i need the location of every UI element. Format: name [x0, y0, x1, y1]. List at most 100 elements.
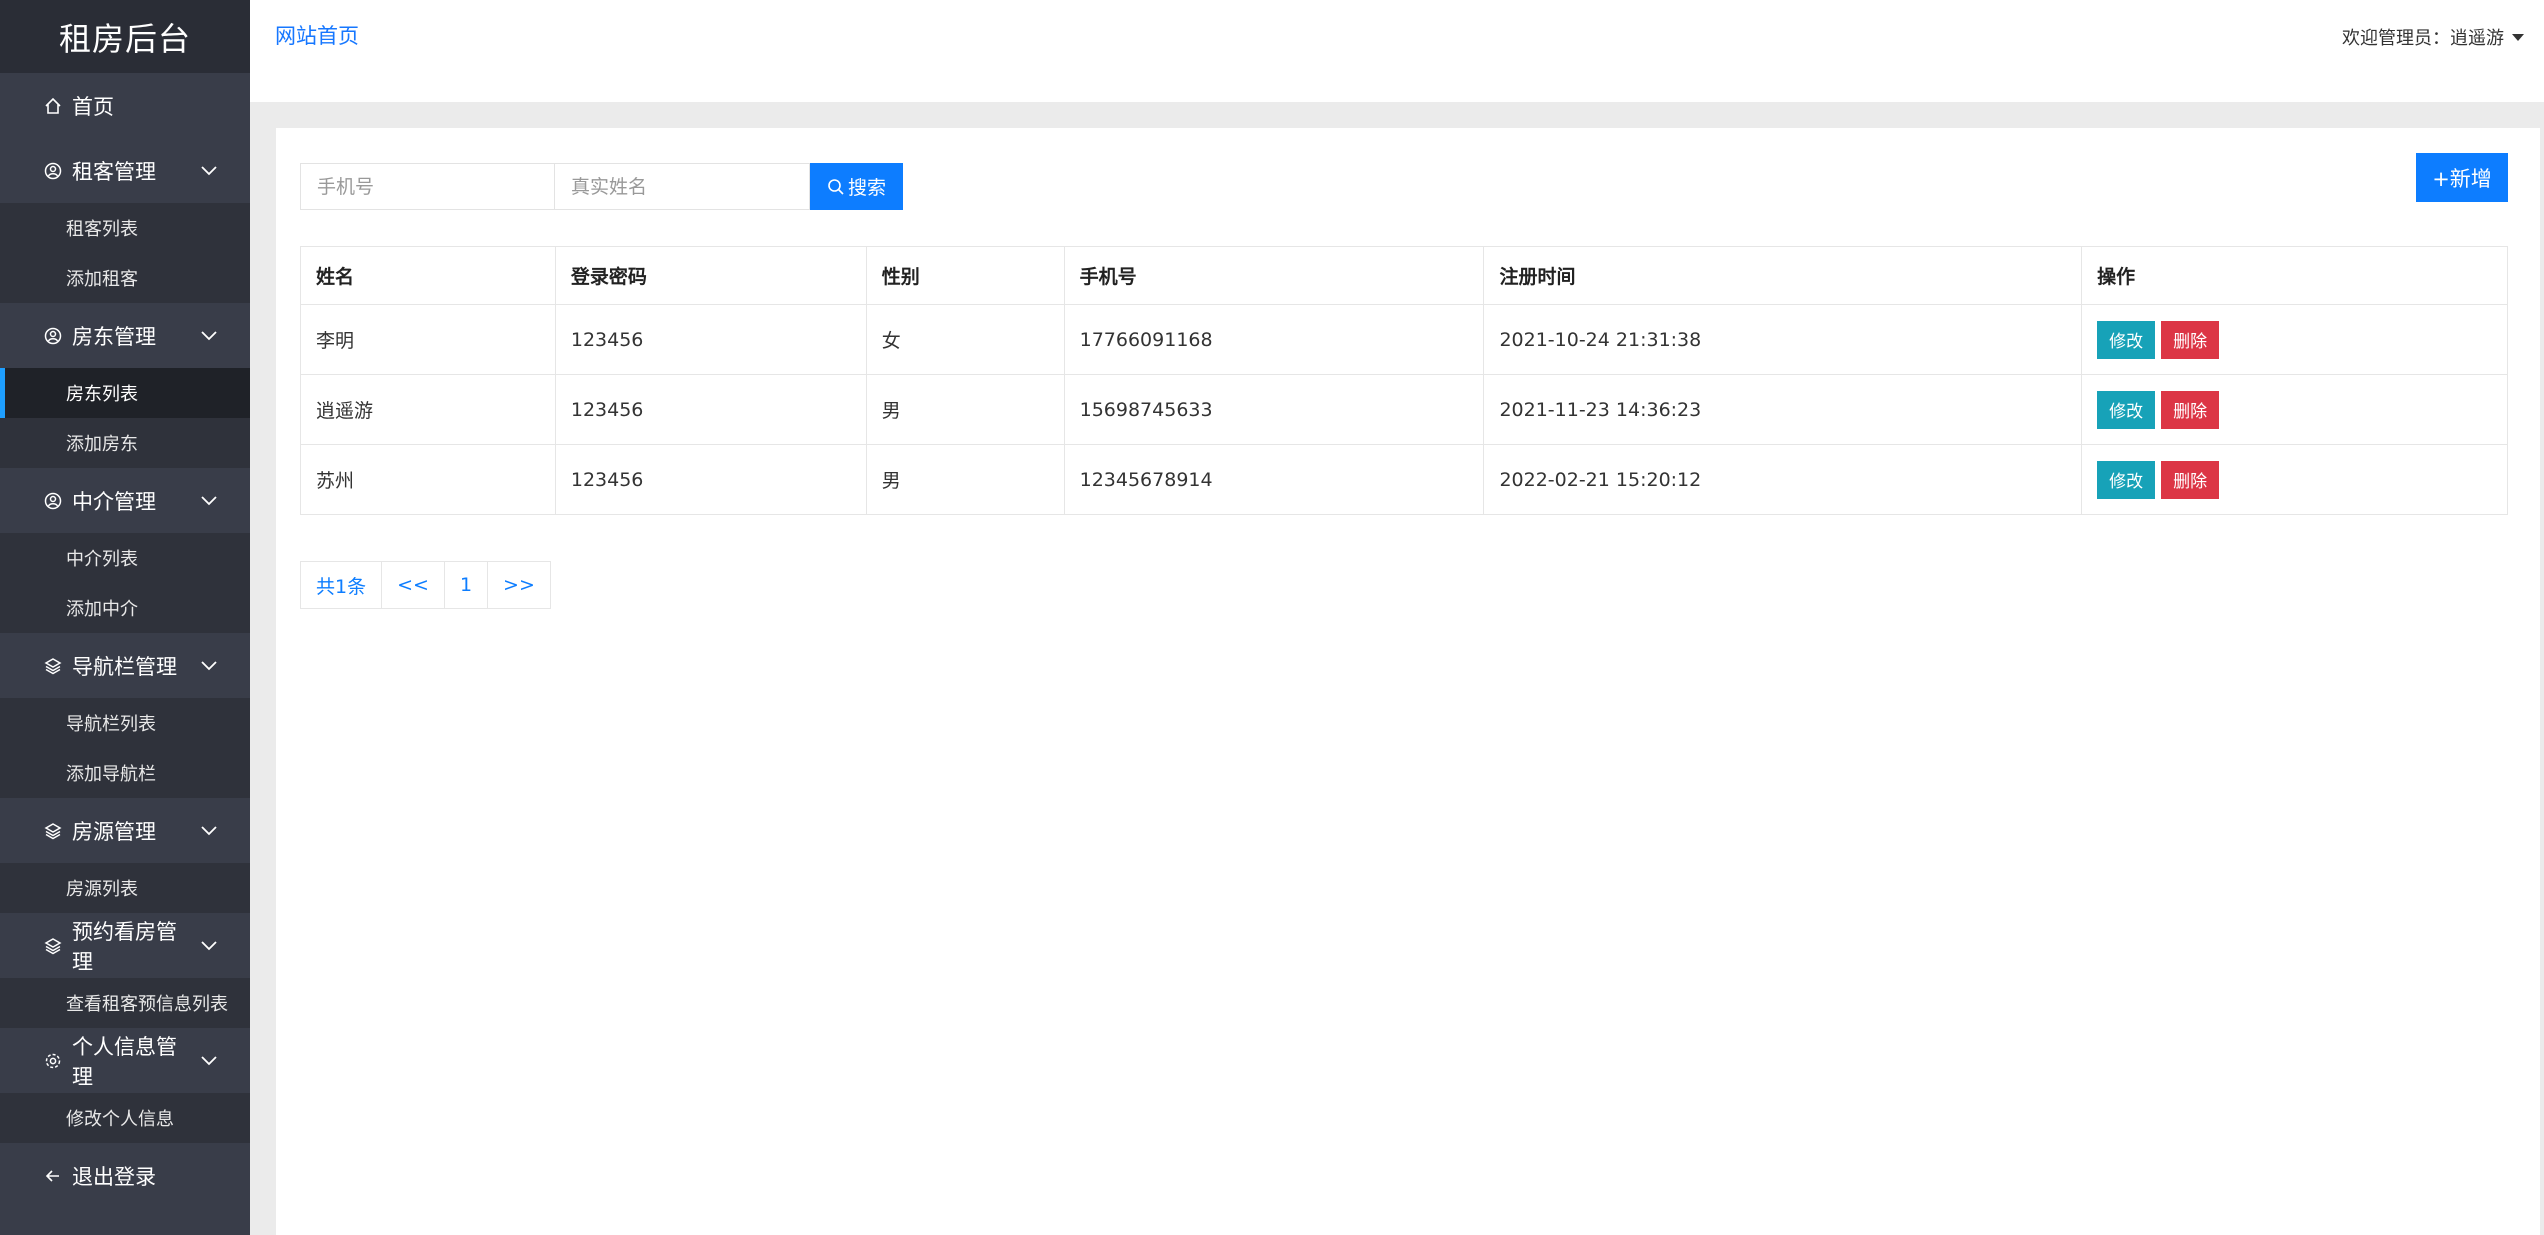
phone-input[interactable]: [300, 163, 555, 210]
real-name-input[interactable]: [555, 163, 810, 210]
menu-group-label: 预约看房管理: [72, 919, 177, 974]
pagination: 共1条 << 1 >>: [300, 561, 551, 609]
column-header: 注册时间: [1483, 246, 2083, 305]
edit-button[interactable]: 修改: [2097, 460, 2156, 499]
submenu-tenant: 租客列表 添加租客: [0, 203, 250, 303]
edit-button[interactable]: 修改: [2097, 320, 2156, 359]
chevron-down-icon: [194, 825, 224, 836]
cell-actions: 修改 删除: [2081, 374, 2508, 445]
cell-password: 123456: [554, 444, 867, 515]
gear-icon: [44, 1052, 66, 1070]
menu-group-label: 房源管理: [72, 819, 156, 844]
cell-gender: 男: [865, 444, 1065, 515]
column-header: 姓名: [300, 246, 556, 305]
cell-name: 逍遥游: [300, 374, 556, 445]
menu-group-profile[interactable]: 个人信息管理: [0, 1028, 250, 1093]
delete-button[interactable]: 删除: [2161, 460, 2220, 499]
delete-button[interactable]: 删除: [2161, 390, 2220, 429]
chevron-down-icon: [194, 165, 224, 176]
cell-phone: 15698745633: [1063, 374, 1485, 445]
sidebar-item-add-landlord[interactable]: 添加房东: [0, 418, 250, 468]
sidebar-item-edit-profile[interactable]: 修改个人信息: [0, 1093, 250, 1143]
menu-group-booking[interactable]: 预约看房管理: [0, 913, 250, 978]
cell-gender: 男: [865, 374, 1065, 445]
search-button[interactable]: 搜索: [810, 163, 903, 210]
chevron-down-icon: [194, 660, 224, 671]
sidebar-item-nav-list[interactable]: 导航栏列表: [0, 698, 250, 748]
pager-total: 共1条: [300, 561, 383, 609]
menu-group-agent[interactable]: 中介管理: [0, 468, 250, 533]
chevron-down-icon: [194, 495, 224, 506]
menu-logout[interactable]: 退出登录: [0, 1143, 250, 1208]
chevron-down-icon: [194, 1055, 224, 1066]
site-home-link[interactable]: 网站首页: [275, 20, 359, 50]
user-circle-icon: [44, 162, 66, 180]
admin-menu[interactable]: 欢迎管理员：逍遥游: [2342, 24, 2524, 50]
sidebar-item-agent-list[interactable]: 中介列表: [0, 533, 250, 583]
menu-group-label: 中介管理: [72, 489, 156, 514]
menu-home[interactable]: 首页: [0, 73, 250, 138]
submenu-agent: 中介列表 添加中介: [0, 533, 250, 633]
menu-home-label: 首页: [72, 94, 114, 119]
sidebar-item-tenant-list[interactable]: 租客列表: [0, 203, 250, 253]
delete-button[interactable]: 删除: [2161, 320, 2220, 359]
cell-register-time: 2021-10-24 21:31:38: [1483, 304, 2083, 375]
caret-down-icon: [2512, 33, 2524, 41]
pager-page-1[interactable]: 1: [444, 561, 489, 609]
menu-group-house[interactable]: 房源管理: [0, 798, 250, 863]
column-header: 登录密码: [554, 246, 867, 305]
chevron-down-icon: [194, 940, 224, 951]
submenu-landlord: 房东列表 添加房东: [0, 368, 250, 468]
submenu-profile: 修改个人信息: [0, 1093, 250, 1143]
sidebar: 租房后台 首页 租客管理 租客列表 添加租客 房东管理 房东列表 添加房东 中介…: [0, 0, 250, 1235]
layers-icon: [44, 937, 66, 955]
sidebar-item-house-list[interactable]: 房源列表: [0, 863, 250, 913]
menu-group-label: 租客管理: [72, 159, 156, 184]
pager-next[interactable]: >>: [488, 561, 551, 609]
admin-welcome: 欢迎管理员：逍遥游: [2342, 28, 2504, 49]
cell-register-time: 2022-02-21 15:20:12: [1483, 444, 2083, 515]
cell-register-time: 2021-11-23 14:36:23: [1483, 374, 2083, 445]
cell-actions: 修改 删除: [2081, 444, 2508, 515]
menu-group-label: 导航栏管理: [72, 654, 177, 679]
edit-button[interactable]: 修改: [2097, 390, 2156, 429]
user-circle-icon: [44, 492, 66, 510]
search-bar: 搜索: [300, 163, 903, 210]
cell-name: 苏州: [300, 444, 556, 515]
table-header-row: 姓名 登录密码 性别 手机号 注册时间 操作: [300, 246, 2508, 305]
main-panel: 搜索 +新增 姓名 登录密码 性别 手机号 注册时间 操作 李明 123456 …: [276, 128, 2540, 1235]
search-button-label: 搜索: [847, 177, 886, 199]
submenu-booking: 查看租客预信息列表: [0, 978, 250, 1028]
column-header: 手机号: [1063, 246, 1485, 305]
layers-icon: [44, 822, 66, 840]
table-row: 苏州 123456 男 12345678914 2022-02-21 15:20…: [300, 444, 2508, 515]
menu-group-landlord[interactable]: 房东管理: [0, 303, 250, 368]
sidebar-item-add-agent[interactable]: 添加中介: [0, 583, 250, 633]
cell-password: 123456: [554, 304, 867, 375]
menu-group-nav[interactable]: 导航栏管理: [0, 633, 250, 698]
cell-name: 李明: [300, 304, 556, 375]
menu-logout-label: 退出登录: [72, 1164, 156, 1189]
pager-prev[interactable]: <<: [382, 561, 445, 609]
top-header: 网站首页 欢迎管理员：逍遥游: [250, 0, 2544, 102]
submenu-house: 房源列表: [0, 863, 250, 913]
sidebar-item-landlord-list[interactable]: 房东列表: [0, 368, 250, 418]
layers-icon: [44, 657, 66, 675]
sidebar-item-add-nav[interactable]: 添加导航栏: [0, 748, 250, 798]
cell-actions: 修改 删除: [2081, 304, 2508, 375]
add-new-button[interactable]: +新增: [2416, 153, 2508, 202]
sidebar-item-add-tenant[interactable]: 添加租客: [0, 253, 250, 303]
cell-phone: 12345678914: [1063, 444, 1485, 515]
sidebar-item-booking-list[interactable]: 查看租客预信息列表: [0, 978, 250, 1028]
arrow-left-icon: [44, 1167, 66, 1185]
landlord-table: 姓名 登录密码 性别 手机号 注册时间 操作 李明 123456 女 17766…: [300, 246, 2508, 515]
cell-password: 123456: [554, 374, 867, 445]
brand-title: 租房后台: [0, 0, 250, 73]
table-row: 李明 123456 女 17766091168 2021-10-24 21:31…: [300, 304, 2508, 375]
column-header: 性别: [865, 246, 1065, 305]
cell-gender: 女: [865, 304, 1065, 375]
menu-group-tenant[interactable]: 租客管理: [0, 138, 250, 203]
submenu-nav: 导航栏列表 添加导航栏: [0, 698, 250, 798]
menu-group-label: 房东管理: [72, 324, 156, 349]
cell-phone: 17766091168: [1063, 304, 1485, 375]
